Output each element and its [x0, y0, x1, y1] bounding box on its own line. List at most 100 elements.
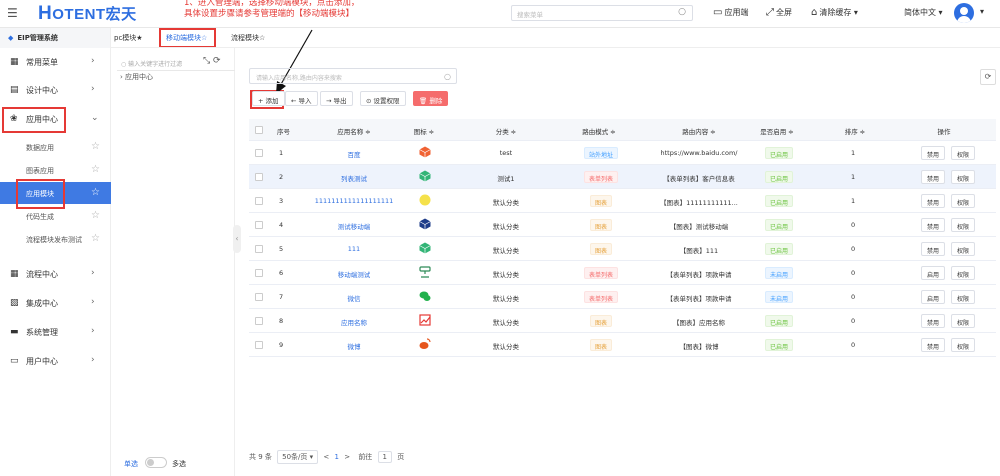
table-header: 序号 应用名称 ≑ 图标 ≑ 分类 ≑ 路由模式 ≑ 路由内容 ≑ 是否启用 ≑… [249, 119, 996, 141]
row-permission-button[interactable]: 权限 [951, 266, 976, 280]
table-row[interactable]: 9 微博 默认分类 图表 【图表】微博 已启用 0 禁用 权限 [249, 333, 996, 357]
row-toggle-button[interactable]: 禁用 [921, 242, 946, 256]
header-name[interactable]: 应用名称 ≑ [319, 126, 389, 136]
row-toggle-button[interactable]: 禁用 [921, 194, 946, 208]
goto-label: 前往 [358, 453, 373, 461]
row-app-name[interactable]: 移动端测试 [309, 269, 399, 279]
sidebar-item-common-menu[interactable]: ▦ 常用菜单 › [0, 49, 111, 75]
header-no: 序号 [277, 128, 290, 136]
collapse-handle[interactable]: ‹ [233, 225, 241, 253]
header-category[interactable]: 分类 ≑ [486, 126, 526, 136]
row-checkbox[interactable] [255, 293, 263, 301]
tab-pc-module[interactable]: pc模块★ [114, 33, 143, 43]
table-row[interactable]: 3 1111111111111111111 默认分类 图表 【图表】1111111111… [249, 189, 996, 213]
row-app-name[interactable]: 111 [309, 245, 399, 253]
row-app-name[interactable]: 微信 [309, 293, 399, 303]
header-route-content[interactable]: 路由内容 ≑ [664, 126, 734, 136]
star-icon[interactable]: ☆ [91, 187, 100, 198]
row-toggle-button[interactable]: 禁用 [921, 170, 946, 184]
table-row[interactable]: 2 列表测试 测试1 表单列表 【表单列表】客户信息表 已启用 1 禁用 权限 [249, 165, 996, 189]
select-mode-switch[interactable] [145, 457, 167, 468]
select-all-checkbox[interactable] [255, 126, 263, 134]
row-checkbox[interactable] [255, 197, 263, 205]
menu-search-input[interactable]: 搜索菜单 ○ [511, 5, 693, 21]
star-icon[interactable]: ☆ [91, 164, 100, 175]
clear-cache-button[interactable]: ⌂ 清除缓存 ▾ [811, 7, 858, 18]
star-icon[interactable]: ☆ [91, 233, 100, 244]
prev-page-button[interactable]: < [323, 453, 329, 461]
header-enabled[interactable]: 是否启用 ≑ [752, 126, 802, 136]
language-select[interactable]: 简体中文 ▾ [904, 7, 943, 18]
app-end-button[interactable]: ▭ 应用端 [713, 7, 748, 18]
fullscreen-button[interactable]: ⤢ 全屏 [766, 7, 792, 18]
refresh-button[interactable]: ⟳ [980, 69, 996, 85]
row-app-name[interactable]: 1111111111111111111 [309, 197, 399, 205]
export-button[interactable]: → 导出 [320, 91, 353, 106]
table-row[interactable]: 6 移动端测试 默认分类 表单列表 【表单列表】项款申请 未启用 0 启用 权限 [249, 261, 996, 285]
row-permission-button[interactable]: 权限 [951, 170, 976, 184]
sidebar-subitem-flow-publish-test[interactable]: 流程模块发布测试 ☆ [0, 228, 111, 250]
goto-page-input[interactable]: 1 [377, 451, 393, 463]
sidebar-subitem-chart-app[interactable]: 图表应用 ☆ [0, 159, 111, 181]
tree-expand-refresh-icon[interactable]: ⤡ ⟳ [203, 56, 221, 66]
row-no: 9 [279, 341, 284, 349]
row-toggle-button[interactable]: 禁用 [921, 146, 946, 160]
row-app-name[interactable]: 测试移动端 [309, 221, 399, 231]
star-icon[interactable]: ☆ [91, 210, 100, 221]
tree-filter-input[interactable]: ○ 输入关键字进行过滤 [117, 57, 202, 69]
row-app-name[interactable]: 列表测试 [309, 173, 399, 183]
user-menu-chevron-icon[interactable]: ▾ [980, 7, 984, 16]
table-row[interactable]: 5 111 默认分类 图表 【图表】111 已启用 0 禁用 权限 [249, 237, 996, 261]
delete-button[interactable]: 🗑 删除 [413, 91, 449, 106]
row-permission-button[interactable]: 权限 [951, 146, 976, 160]
row-app-name[interactable]: 百度 [309, 149, 399, 159]
row-app-icon [419, 314, 431, 326]
row-permission-button[interactable]: 权限 [951, 314, 976, 328]
row-toggle-button[interactable]: 启用 [921, 266, 946, 280]
row-permission-button[interactable]: 权限 [951, 242, 976, 256]
row-permission-button[interactable]: 权限 [951, 290, 976, 304]
row-checkbox[interactable] [255, 245, 263, 253]
sidebar-item-flow-center[interactable]: ▦ 流程中心 › [0, 261, 111, 287]
header-route-mode[interactable]: 路由模式 ≑ [574, 126, 624, 136]
tree-node-app-center[interactable]: › 应用中心 [120, 72, 153, 82]
tab-mobile-module[interactable]: 移动端模块☆ [166, 33, 207, 43]
row-checkbox[interactable] [255, 149, 263, 157]
sidebar-item-system-admin[interactable]: ▬ 系统管理 › [0, 319, 111, 345]
table-row[interactable]: 4 测试移动端 默认分类 图表 【图表】测试移动端 已启用 0 禁用 权限 [249, 213, 996, 237]
row-checkbox[interactable] [255, 317, 263, 325]
import-button[interactable]: ← 导入 [285, 91, 318, 106]
set-permission-button[interactable]: ⊙ 设置权限 [360, 91, 406, 106]
star-icon[interactable]: ☆ [91, 141, 100, 152]
row-permission-button[interactable]: 权限 [951, 194, 976, 208]
next-page-button[interactable]: > [344, 453, 350, 461]
row-toggle-button[interactable]: 禁用 [921, 314, 946, 328]
table-row[interactable]: 7 微信 默认分类 表单列表 【表单列表】项款申请 未启用 0 启用 权限 [249, 285, 996, 309]
table-row[interactable]: 8 应用名称 默认分类 图表 【图表】应用名称 已启用 0 禁用 权限 [249, 309, 996, 333]
row-toggle-button[interactable]: 禁用 [921, 218, 946, 232]
row-checkbox[interactable] [255, 221, 263, 229]
avatar[interactable] [954, 3, 974, 23]
row-toggle-button[interactable]: 禁用 [921, 338, 946, 352]
menu-toggle-icon[interactable]: ☰ [7, 6, 18, 20]
table-row[interactable]: 1 百度 test 站外地址 https://www.baidu.com/已启用 1 禁用权… [249, 141, 996, 165]
row-checkbox[interactable] [255, 269, 263, 277]
row-checkbox[interactable] [255, 173, 263, 181]
page-number-current[interactable]: 1 [335, 453, 339, 461]
sidebar-item-design-center[interactable]: ▤ 设计中心 › [0, 77, 111, 103]
row-toggle-button[interactable]: 启用 [921, 290, 946, 304]
row-permission-button[interactable]: 权限 [951, 338, 976, 352]
row-checkbox[interactable] [255, 341, 263, 349]
header-sort[interactable]: 排序 ≑ [835, 126, 875, 136]
row-permission-button[interactable]: 权限 [951, 218, 976, 232]
page-size-select[interactable]: 50条/页 ▾ [277, 450, 319, 464]
row-app-name[interactable]: 微博 [309, 341, 399, 351]
sidebar-subitem-data-app[interactable]: 数据应用 ☆ [0, 136, 111, 158]
row-app-name[interactable]: 应用名称 [309, 317, 399, 327]
sidebar-item-user-center[interactable]: ▭ 用户中心 › [0, 348, 111, 374]
header-icon[interactable]: 图标 ≑ [404, 126, 444, 136]
add-button[interactable]: + 添加 [252, 91, 285, 106]
sidebar-item-integration-center[interactable]: ▧ 集成中心 › [0, 290, 111, 316]
app-search-input[interactable]: 请输入应用名称,路由内容来搜索 ○ [249, 68, 457, 84]
tab-flow-module[interactable]: 流程模块☆ [231, 33, 265, 43]
